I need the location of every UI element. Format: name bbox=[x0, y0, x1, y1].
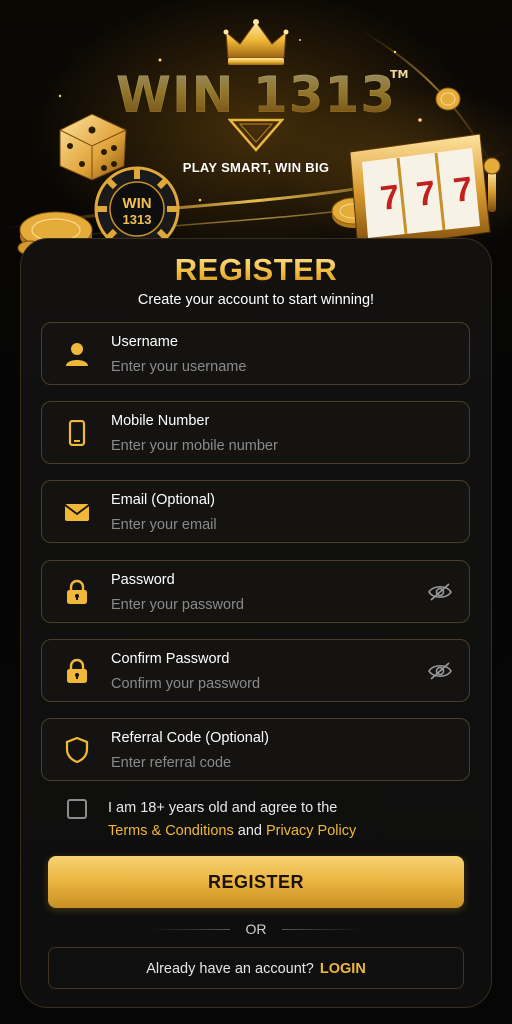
chip-label-bottom: 1313 bbox=[123, 212, 152, 227]
confirm-password-input[interactable] bbox=[111, 674, 411, 694]
email-field[interactable]: Email (Optional) bbox=[41, 480, 470, 543]
password-field[interactable]: Password bbox=[41, 560, 470, 623]
hero-banner: WIN 1313 TM PLAY SMART, WIN BIG WIN 1313… bbox=[0, 0, 512, 260]
coin-icon bbox=[435, 87, 461, 111]
divider-right bbox=[282, 929, 362, 930]
referral-field[interactable]: Referral Code (Optional) bbox=[41, 718, 470, 781]
user-icon bbox=[66, 343, 88, 366]
page-subtitle: Create your account to start winning! bbox=[137, 292, 375, 308]
login-prompt-text: Already have an account? bbox=[146, 961, 314, 977]
shield-icon bbox=[65, 737, 89, 763]
phone-icon bbox=[68, 420, 86, 446]
agree-checkbox[interactable] bbox=[67, 799, 87, 819]
page-title: REGISTER bbox=[0, 252, 512, 288]
eye-off-icon[interactable] bbox=[428, 582, 452, 602]
lock-icon bbox=[67, 658, 87, 683]
and-text: and bbox=[237, 823, 262, 839]
email-label: Email (Optional) bbox=[111, 492, 215, 508]
slot-machine-icon: 7 7 7 bbox=[349, 133, 501, 251]
referral-label: Referral Code (Optional) bbox=[111, 730, 269, 746]
register-button[interactable]: REGISTER bbox=[48, 856, 464, 908]
register-page: WIN 1313 TM PLAY SMART, WIN BIG WIN 1313… bbox=[0, 0, 512, 1024]
privacy-link[interactable]: Privacy Policy bbox=[266, 823, 356, 839]
trademark-mark: TM bbox=[390, 68, 409, 81]
confirm-password-field[interactable]: Confirm Password bbox=[41, 639, 470, 702]
logo-shield-icon bbox=[228, 118, 284, 152]
crown-icon bbox=[223, 19, 289, 65]
chip-label-top: WIN bbox=[122, 195, 151, 212]
terms-link[interactable]: Terms & Conditions bbox=[108, 823, 234, 839]
agree-links-line: Terms & Conditions and Privacy Policy bbox=[108, 823, 356, 839]
referral-input[interactable] bbox=[111, 753, 411, 773]
lock-icon bbox=[67, 579, 87, 604]
username-field[interactable]: Username bbox=[41, 322, 470, 385]
mail-icon bbox=[64, 504, 90, 521]
password-label: Password bbox=[111, 572, 175, 588]
password-input[interactable] bbox=[111, 595, 411, 615]
mobile-label: Mobile Number bbox=[111, 413, 210, 429]
confirm-password-label: Confirm Password bbox=[111, 651, 230, 667]
mobile-field[interactable]: Mobile Number bbox=[41, 401, 470, 464]
or-divider-text: OR bbox=[245, 921, 267, 937]
eye-off-icon[interactable] bbox=[428, 661, 452, 681]
mobile-input[interactable] bbox=[111, 436, 411, 456]
login-link[interactable]: LOGIN bbox=[320, 961, 366, 977]
agree-text: I am 18+ years old and agree to the bbox=[108, 800, 338, 816]
email-input[interactable] bbox=[111, 515, 411, 535]
login-prompt-box: Already have an account? LOGIN bbox=[48, 947, 464, 989]
username-input[interactable] bbox=[111, 357, 411, 377]
username-label: Username bbox=[111, 334, 178, 350]
